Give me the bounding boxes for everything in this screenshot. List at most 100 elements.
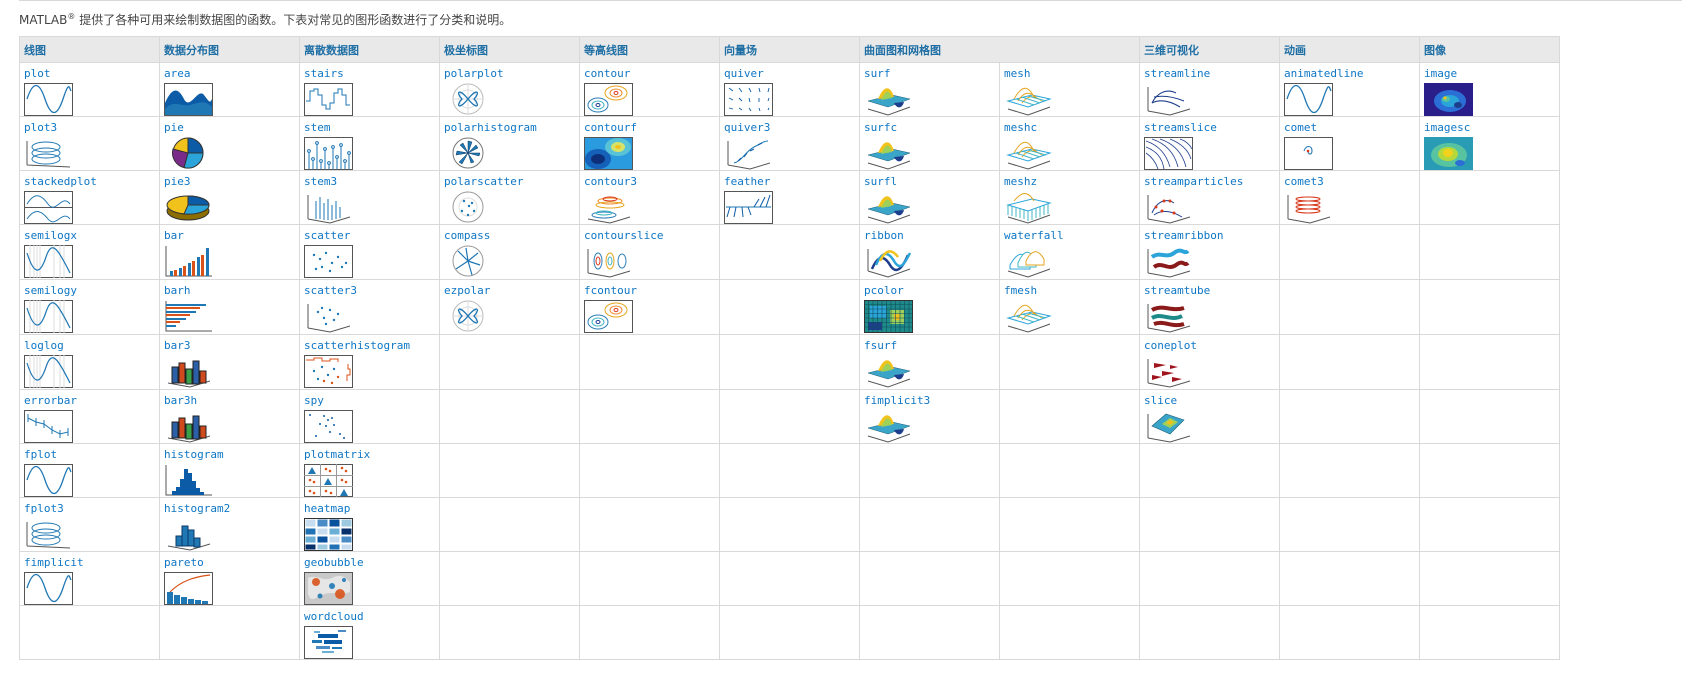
- link-feather[interactable]: feather: [724, 175, 855, 189]
- contourf-thumbnail[interactable]: [584, 137, 633, 170]
- link-polarscatter[interactable]: polarscatter: [444, 175, 575, 189]
- link-bar3[interactable]: bar3: [164, 339, 295, 353]
- streamparticles-thumbnail[interactable]: [1144, 191, 1193, 224]
- surf-thumbnail[interactable]: [864, 83, 913, 116]
- scatterhistogram-thumbnail[interactable]: [304, 355, 353, 388]
- link-wordcloud[interactable]: wordcloud: [304, 610, 435, 624]
- link-surfl[interactable]: surfl: [864, 175, 995, 189]
- link-compass[interactable]: compass: [444, 229, 575, 243]
- link-ezpolar[interactable]: ezpolar: [444, 284, 575, 298]
- link-bar3h[interactable]: bar3h: [164, 394, 295, 408]
- link-comet3[interactable]: comet3: [1284, 175, 1415, 189]
- link-quiver3[interactable]: quiver3: [724, 121, 855, 135]
- polarscatter-thumbnail[interactable]: [444, 191, 493, 224]
- mesh-thumbnail[interactable]: [1004, 83, 1053, 116]
- semilogy-thumbnail[interactable]: [24, 300, 73, 333]
- plot-thumbnail[interactable]: [24, 83, 73, 116]
- link-surfc[interactable]: surfc: [864, 121, 995, 135]
- link-scatterhistogram[interactable]: scatterhistogram: [304, 339, 435, 353]
- stackedplot-thumbnail[interactable]: [24, 191, 73, 224]
- link-semilogy[interactable]: semilogy: [24, 284, 155, 298]
- link-ribbon[interactable]: ribbon: [864, 229, 995, 243]
- link-bar[interactable]: bar: [164, 229, 295, 243]
- fmesh-thumbnail[interactable]: [1004, 300, 1053, 333]
- heatmap-thumbnail[interactable]: [304, 518, 353, 551]
- link-area[interactable]: area: [164, 67, 295, 81]
- link-fplot[interactable]: fplot: [24, 448, 155, 462]
- link-meshz[interactable]: meshz: [1004, 175, 1135, 189]
- link-animatedline[interactable]: animatedline: [1284, 67, 1415, 81]
- link-imagesc[interactable]: imagesc: [1424, 121, 1555, 135]
- link-fcontour[interactable]: fcontour: [584, 284, 715, 298]
- stem3-thumbnail[interactable]: [304, 191, 353, 224]
- comet3-thumbnail[interactable]: [1284, 191, 1333, 224]
- scatter3-thumbnail[interactable]: [304, 300, 353, 333]
- stairs-thumbnail[interactable]: [304, 83, 353, 116]
- link-pareto[interactable]: pareto: [164, 556, 295, 570]
- link-pie[interactable]: pie: [164, 121, 295, 135]
- link-heatmap[interactable]: heatmap: [304, 502, 435, 516]
- fplot-thumbnail[interactable]: [24, 464, 73, 497]
- link-contour[interactable]: contour: [584, 67, 715, 81]
- histogram-thumbnail[interactable]: [164, 464, 213, 497]
- link-streamline[interactable]: streamline: [1144, 67, 1275, 81]
- stem-thumbnail[interactable]: [304, 137, 353, 170]
- barh-thumbnail[interactable]: [164, 300, 213, 333]
- quiver3-thumbnail[interactable]: [724, 137, 773, 170]
- contour-thumbnail[interactable]: [584, 83, 633, 116]
- coneplot-thumbnail[interactable]: [1144, 355, 1193, 388]
- histogram2-thumbnail[interactable]: [164, 518, 213, 551]
- feather-thumbnail[interactable]: [724, 191, 773, 224]
- link-plotmatrix[interactable]: plotmatrix: [304, 448, 435, 462]
- comet-thumbnail[interactable]: [1284, 137, 1333, 170]
- fimplicit3-thumbnail[interactable]: [864, 410, 913, 443]
- bar3-thumbnail[interactable]: [164, 355, 213, 388]
- link-fmesh[interactable]: fmesh: [1004, 284, 1135, 298]
- waterfall-thumbnail[interactable]: [1004, 245, 1053, 278]
- surfl-thumbnail[interactable]: [864, 191, 913, 224]
- contourslice-thumbnail[interactable]: [584, 245, 633, 278]
- link-meshc[interactable]: meshc: [1004, 121, 1135, 135]
- link-spy[interactable]: spy: [304, 394, 435, 408]
- link-stackedplot[interactable]: stackedplot: [24, 175, 155, 189]
- semilogx-thumbnail[interactable]: [24, 245, 73, 278]
- link-semilogx[interactable]: semilogx: [24, 229, 155, 243]
- pie3-thumbnail[interactable]: [164, 191, 213, 224]
- link-streamribbon[interactable]: streamribbon: [1144, 229, 1275, 243]
- streamribbon-thumbnail[interactable]: [1144, 245, 1193, 278]
- wordcloud-thumbnail[interactable]: [304, 626, 353, 659]
- link-plot[interactable]: plot: [24, 67, 155, 81]
- contour3-thumbnail[interactable]: [584, 191, 633, 224]
- fsurf-thumbnail[interactable]: [864, 355, 913, 388]
- fplot3-thumbnail[interactable]: [24, 518, 73, 551]
- link-pcolor[interactable]: pcolor: [864, 284, 995, 298]
- pareto-thumbnail[interactable]: [164, 572, 213, 605]
- imagesc-thumbnail[interactable]: [1424, 137, 1473, 170]
- pie-thumbnail[interactable]: [164, 137, 213, 170]
- streamtube-thumbnail[interactable]: [1144, 300, 1193, 333]
- link-stem3[interactable]: stem3: [304, 175, 435, 189]
- link-coneplot[interactable]: coneplot: [1144, 339, 1275, 353]
- link-histogram[interactable]: histogram: [164, 448, 295, 462]
- link-fimplicit3[interactable]: fimplicit3: [864, 394, 995, 408]
- link-comet[interactable]: comet: [1284, 121, 1415, 135]
- pcolor-thumbnail[interactable]: [864, 300, 913, 333]
- link-geobubble[interactable]: geobubble: [304, 556, 435, 570]
- link-fsurf[interactable]: fsurf: [864, 339, 995, 353]
- streamslice-thumbnail[interactable]: [1144, 137, 1193, 170]
- link-polarhistogram[interactable]: polarhistogram: [444, 121, 575, 135]
- link-streamtube[interactable]: streamtube: [1144, 284, 1275, 298]
- meshz-thumbnail[interactable]: [1004, 191, 1053, 224]
- link-fplot3[interactable]: fplot3: [24, 502, 155, 516]
- link-streamparticles[interactable]: streamparticles: [1144, 175, 1275, 189]
- plot3-thumbnail[interactable]: [24, 137, 73, 170]
- link-surf[interactable]: surf: [864, 67, 995, 81]
- link-polarplot[interactable]: polarplot: [444, 67, 575, 81]
- surfc-thumbnail[interactable]: [864, 137, 913, 170]
- link-waterfall[interactable]: waterfall: [1004, 229, 1135, 243]
- link-contourf[interactable]: contourf: [584, 121, 715, 135]
- ezpolar-thumbnail[interactable]: [444, 300, 493, 333]
- plotmatrix-thumbnail[interactable]: [304, 464, 353, 497]
- loglog-thumbnail[interactable]: [24, 355, 73, 388]
- link-loglog[interactable]: loglog: [24, 339, 155, 353]
